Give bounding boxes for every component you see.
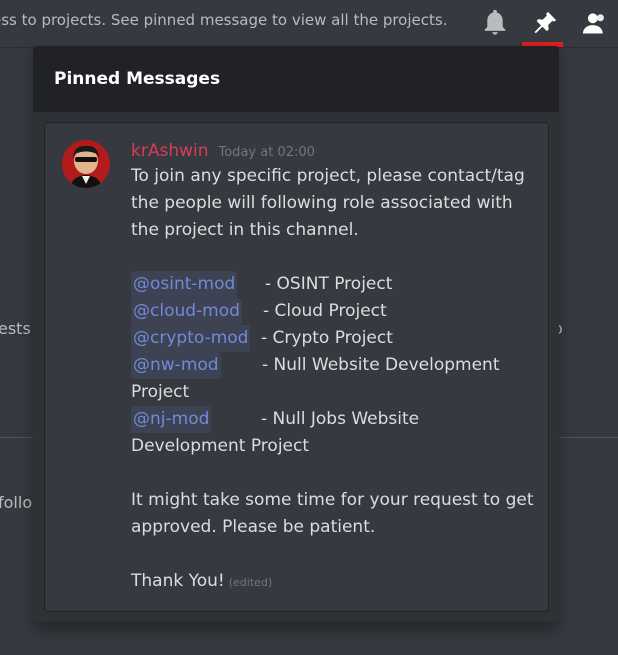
role-mention[interactable]: @nj-mod (131, 406, 212, 433)
role-entry: @nw-mod - Null Website Development (131, 352, 531, 379)
role-mention[interactable]: @crypto-mod (131, 325, 251, 352)
role-mention[interactable]: @osint-mod (131, 271, 238, 298)
role-entry: @osint-mod - OSINT Project (131, 271, 531, 298)
role-description-continued: Project (131, 382, 190, 402)
background-message-fragment: ests (0, 319, 31, 338)
popout-header: Pinned Messages (33, 46, 559, 112)
role-description: - Crypto Project (261, 328, 393, 348)
channel-topic[interactable]: ess to projects. See pinned message to v… (0, 11, 470, 29)
role-description: - Null Website Development (262, 355, 500, 375)
message-line: the people will following role associate… (131, 193, 513, 213)
pin-icon[interactable] (531, 9, 559, 37)
bell-icon[interactable] (481, 9, 509, 37)
role-mention[interactable]: @nw-mod (131, 352, 221, 379)
role-description: - Cloud Project (263, 301, 387, 321)
message-line: To join any specific project, please con… (131, 166, 525, 186)
message-author[interactable]: krAshwin (131, 141, 209, 161)
role-entry: @cloud-mod - Cloud Project (131, 298, 531, 325)
message-closing: Thank You! (edited) (131, 568, 531, 596)
message-line: the project in this channel. (131, 220, 359, 240)
closing-text: Thank You! (131, 571, 225, 591)
members-icon[interactable] (580, 9, 608, 37)
message-line: approved. Please be patient. (131, 517, 376, 537)
message-timestamp: Today at 02:00 (218, 145, 315, 160)
pinned-message[interactable]: krAshwin Today at 02:00 To join any spec… (44, 122, 549, 612)
message-line: It might take some time for your request… (131, 490, 534, 510)
role-description: - OSINT Project (265, 274, 393, 294)
pinned-messages-popout: Pinned Messages krAshwin Today at 02:00 … (33, 46, 559, 622)
role-mention[interactable]: @cloud-mod (131, 298, 242, 325)
edited-label: (edited) (228, 576, 273, 589)
message-content: krAshwin Today at 02:00 To join any spec… (131, 141, 534, 596)
role-entry: @nj-mod - Null Jobs Website (131, 406, 531, 433)
channel-header: ess to projects. See pinned message to v… (0, 0, 618, 48)
avatar[interactable] (62, 140, 110, 188)
role-description-continued: Development Project (131, 436, 310, 456)
background-message-fragment: follo (0, 493, 33, 512)
popout-title: Pinned Messages (54, 69, 221, 89)
role-entry: @crypto-mod - Crypto Project (131, 325, 531, 352)
role-description: - Null Jobs Website (261, 409, 420, 429)
